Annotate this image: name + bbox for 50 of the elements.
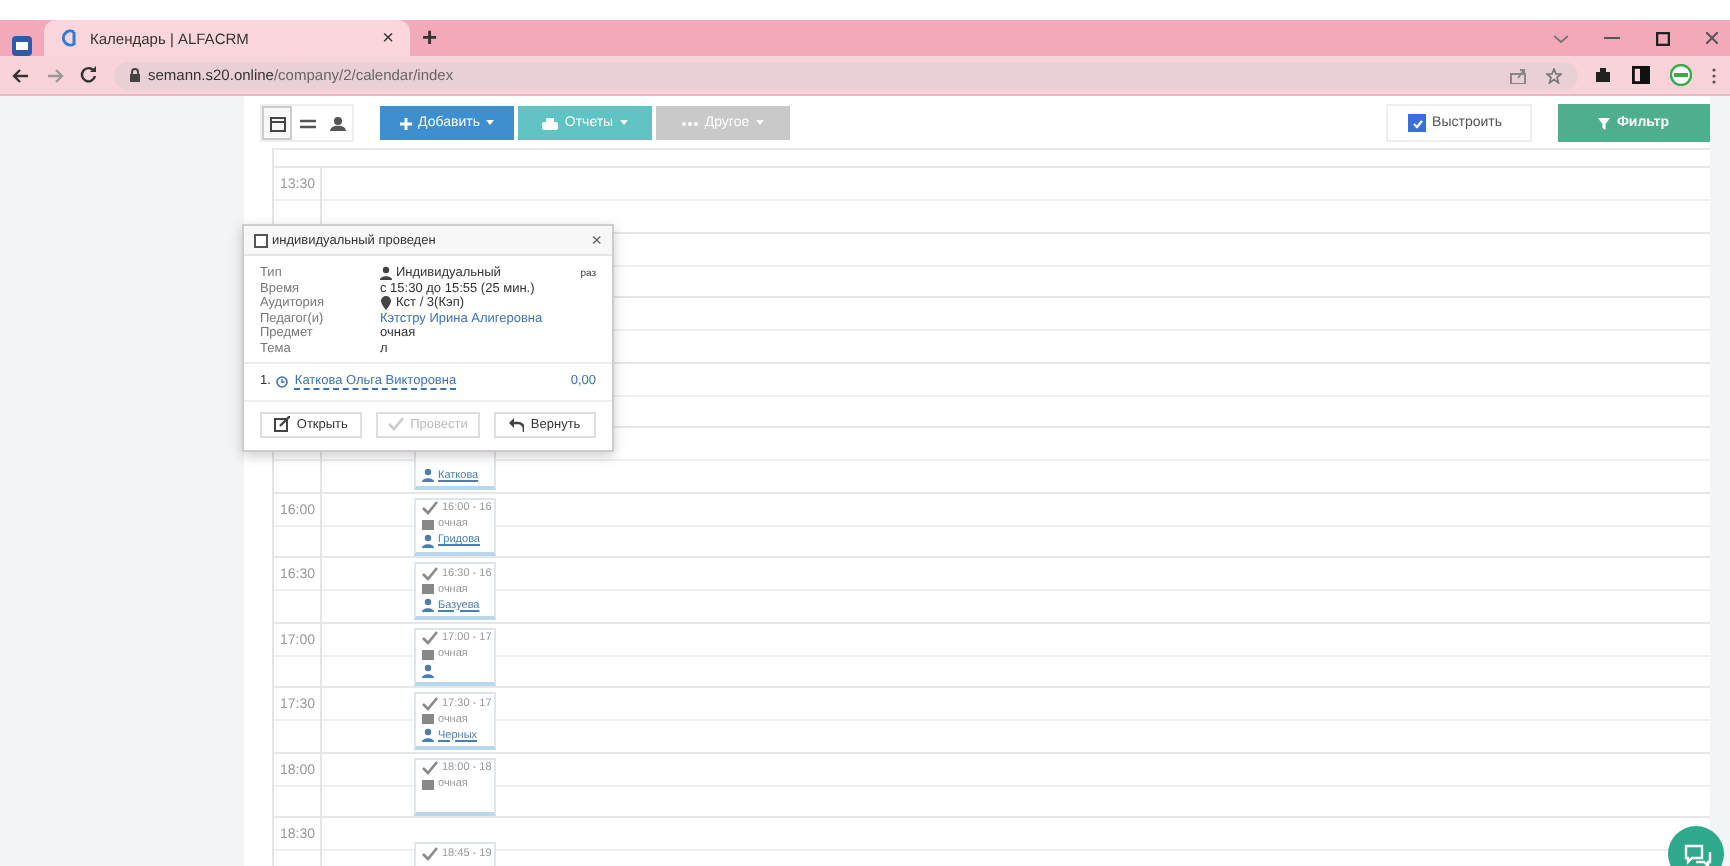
clock-icon: [276, 375, 289, 387]
person-icon: [380, 266, 392, 280]
plus-icon: [400, 117, 413, 129]
check-icon: [422, 565, 438, 581]
book-icon: [422, 517, 434, 531]
minimize-icon[interactable]: [1604, 34, 1620, 42]
book-icon: [422, 582, 434, 596]
check-icon: [422, 845, 438, 861]
checkbox[interactable]: [254, 233, 268, 247]
sidebar-icon[interactable]: [1632, 66, 1650, 84]
person-icon: [422, 663, 434, 677]
chat-button[interactable]: [1668, 826, 1724, 866]
lock-icon: [130, 68, 140, 82]
more-icon[interactable]: [1712, 67, 1718, 83]
check-icon: [422, 695, 438, 711]
check-icon: [422, 500, 438, 516]
new-tab-button[interactable]: +: [422, 20, 438, 56]
filter-icon: [1598, 117, 1611, 129]
check-icon: [1411, 117, 1424, 129]
list-icon: [299, 115, 315, 131]
close-button[interactable]: ×: [591, 230, 602, 250]
printer-icon: [542, 117, 559, 129]
reload-icon[interactable]: [80, 66, 98, 84]
pin-icon: [380, 296, 392, 310]
person-icon: [422, 728, 434, 742]
undo-icon: [508, 416, 525, 432]
chat-icon: [1681, 841, 1711, 866]
caret-icon: [619, 120, 628, 126]
check-icon: [422, 630, 438, 646]
logo-icon: [60, 28, 78, 48]
book-icon: [422, 647, 434, 661]
check-icon: [388, 416, 405, 432]
caret-icon: [485, 120, 494, 126]
maximize-icon[interactable]: [1656, 31, 1670, 45]
dots-icon: [682, 117, 699, 129]
back-icon[interactable]: [12, 67, 30, 83]
edit-icon: [274, 416, 291, 432]
caret-icon: [755, 120, 764, 126]
person-icon: [422, 468, 434, 482]
check-icon: [422, 760, 438, 776]
book-icon: [422, 777, 434, 791]
app-icon[interactable]: [12, 36, 32, 56]
star-icon[interactable]: [1546, 67, 1562, 83]
person-icon: [422, 598, 434, 612]
book-icon: [422, 712, 434, 726]
calendar-icon: [269, 115, 285, 131]
person-icon: [422, 533, 434, 547]
close-icon[interactable]: [1706, 32, 1718, 44]
tab-close-button[interactable]: ×: [382, 27, 394, 49]
calendar-view-button[interactable]: [262, 106, 292, 140]
